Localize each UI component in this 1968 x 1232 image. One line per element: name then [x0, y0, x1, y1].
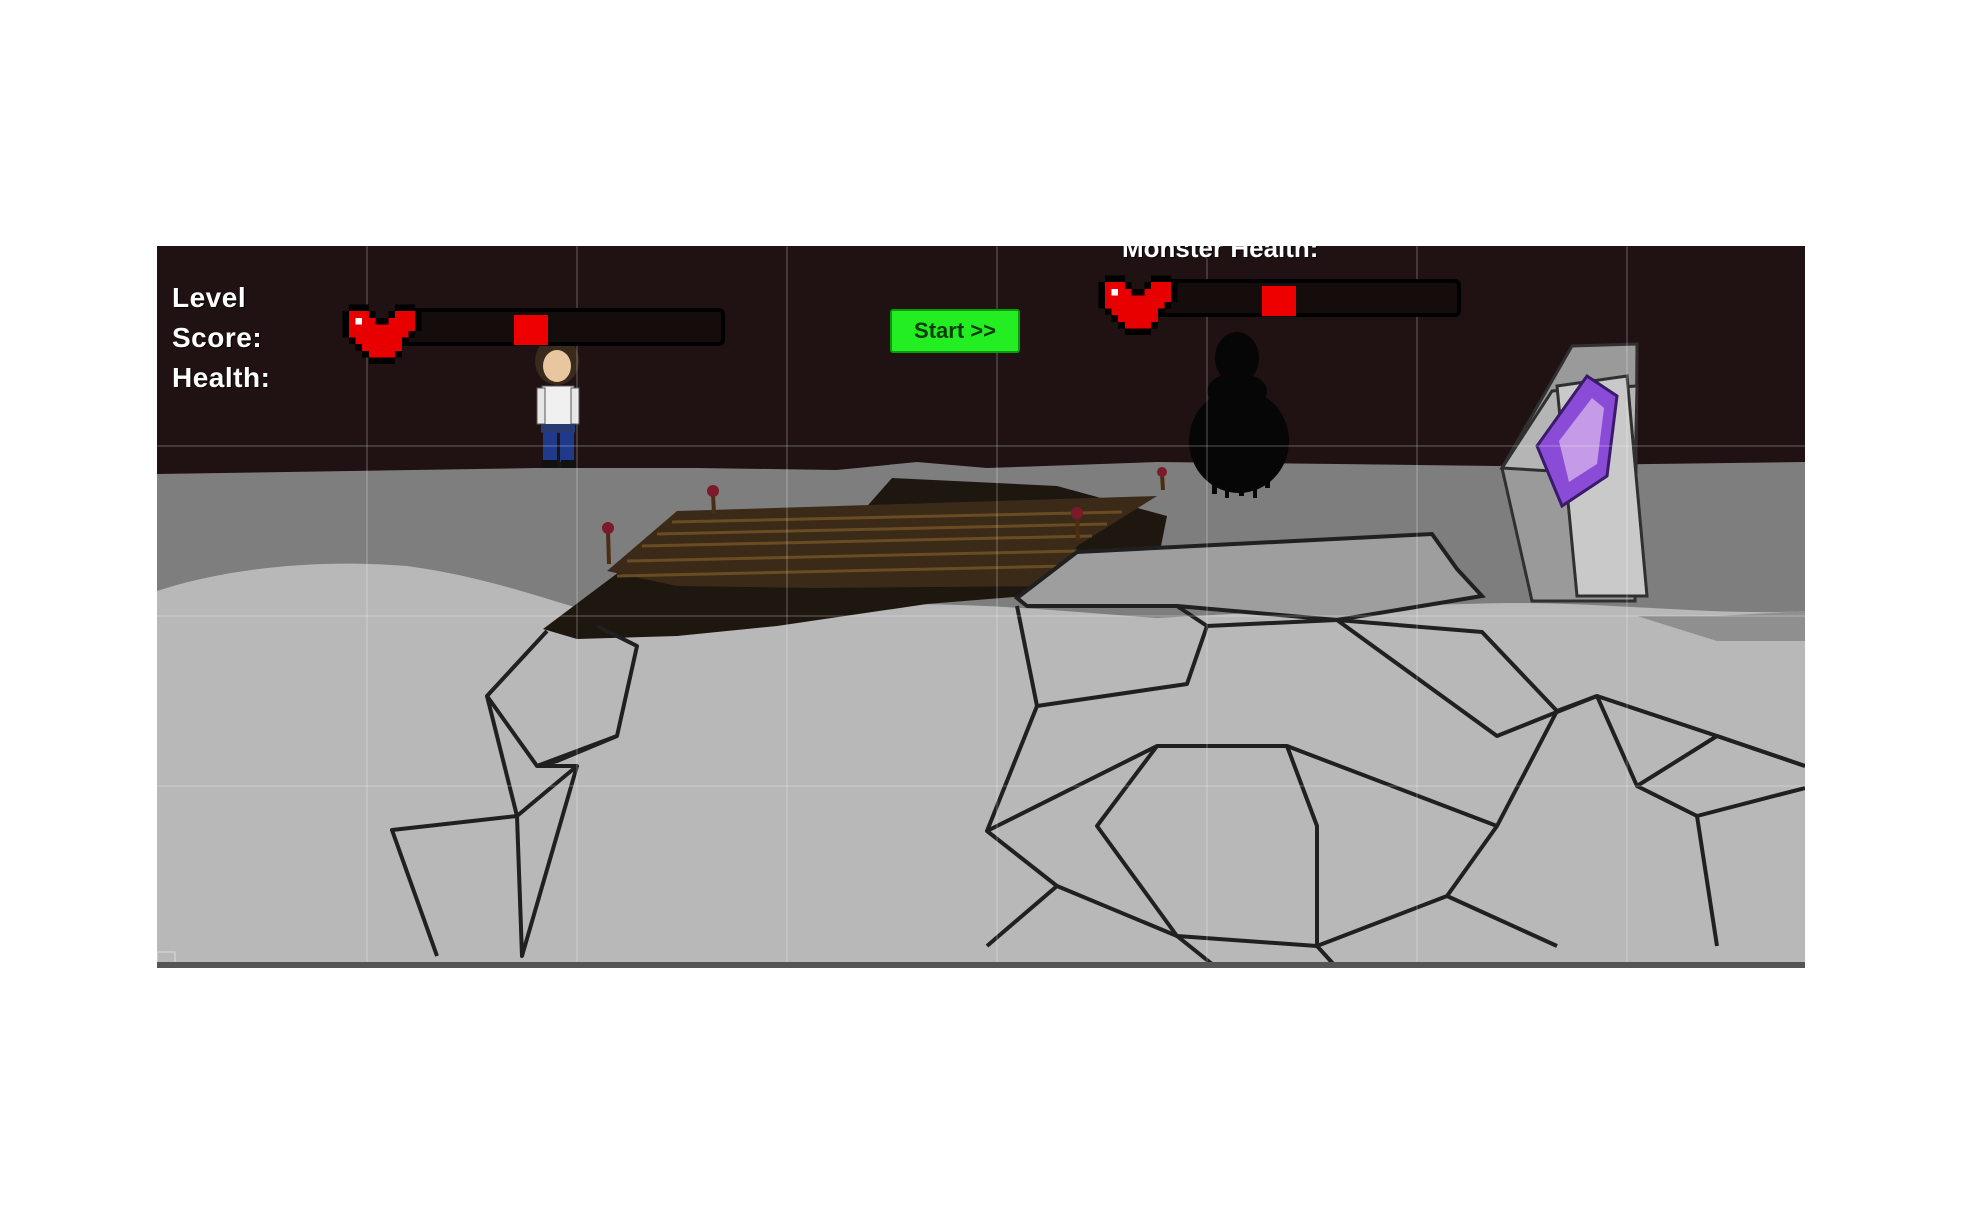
level-label: Level	[172, 282, 247, 313]
monster-health-bar	[1096, 269, 1466, 335]
foreground-hills	[157, 563, 1805, 968]
score-label: Score:	[172, 322, 263, 353]
monster-health-fill	[1262, 286, 1296, 316]
monster-health-title: Monster Health:	[1122, 246, 1319, 263]
start-button[interactable]: Start >>	[890, 309, 1020, 353]
heart-icon	[1098, 275, 1178, 335]
player-health-track	[395, 308, 725, 346]
health-label: Health:	[172, 362, 271, 393]
player-health-bar	[340, 298, 730, 364]
viewport-bottom-border	[157, 962, 1805, 968]
heart-icon	[342, 304, 422, 364]
game-viewport[interactable]: Level Score: Health: Monster Health: Sta…	[157, 246, 1805, 968]
monster-health-track	[1151, 279, 1461, 317]
player-health-fill	[514, 315, 548, 345]
